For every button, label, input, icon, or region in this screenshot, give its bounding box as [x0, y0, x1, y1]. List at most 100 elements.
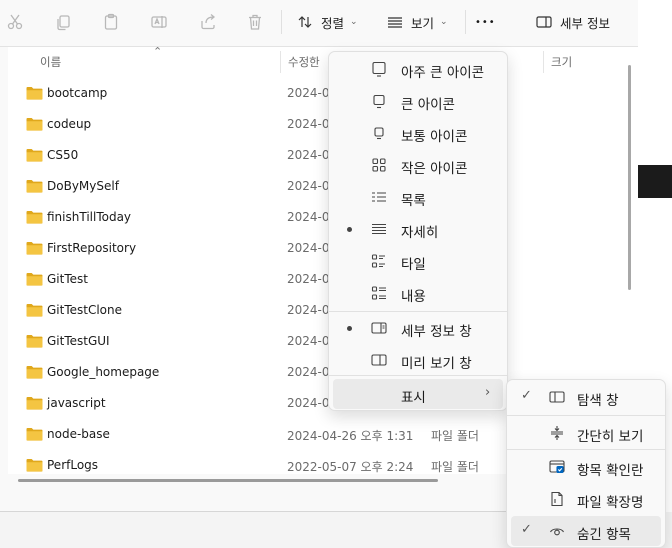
chevron-right-icon: ›: [485, 385, 491, 400]
view-option-label: 보통 아이콘: [401, 129, 468, 145]
copy-icon[interactable]: [51, 10, 75, 34]
view-option-0[interactable]: 아주 큰 아이콘: [333, 54, 503, 84]
tiles-icon: [371, 253, 387, 269]
file-name: javascript: [47, 396, 106, 410]
pane-option-label: 미리 보기 창: [401, 356, 472, 372]
view-option-6[interactable]: 타일: [333, 246, 503, 276]
view-option-1[interactable]: 큰 아이콘: [333, 86, 503, 116]
column-header-modified[interactable]: 수정한: [288, 54, 320, 70]
sort-icon: [298, 16, 312, 28]
sort-ascending-icon: ⌃: [153, 45, 163, 58]
file-date: 2024-04-26 오후 1:31: [287, 429, 414, 443]
column-header-size[interactable]: 크기: [551, 54, 572, 70]
view-icon: [388, 17, 402, 28]
background-window-edge: [638, 165, 672, 198]
show-option-label: 파일 확장명: [577, 495, 644, 511]
details-pane-button[interactable]: 세부 정보: [536, 9, 610, 35]
show-option-2[interactable]: 항목 확인란: [511, 452, 661, 482]
view-option-label: 아주 큰 아이콘: [401, 65, 485, 81]
folder-icon: [26, 240, 43, 255]
file-row[interactable]: GitTestClone 2024-04: [8, 295, 608, 326]
toolbar-separator: [465, 10, 466, 34]
file-name: PerfLogs: [47, 458, 99, 472]
large-icons-icon: [371, 93, 387, 109]
file-name: bootcamp: [47, 86, 108, 100]
folder-icon: [26, 85, 43, 100]
show-option-3[interactable]: 파일 확장명: [511, 484, 661, 514]
rename-icon[interactable]: [147, 10, 171, 34]
cut-icon[interactable]: [3, 10, 27, 34]
menu-separator: [329, 375, 507, 376]
selected-bullet-icon: [347, 227, 352, 232]
toolbar-separator: [281, 10, 282, 34]
file-name: GitTest: [47, 272, 88, 286]
preview-pane-icon: [371, 352, 387, 368]
file-row[interactable]: codeup 2024-04: [8, 109, 608, 140]
navigation-pane-icon: [549, 389, 565, 405]
file-name: GitTestGUI: [47, 334, 110, 348]
show-option-1[interactable]: 간단히 보기: [511, 418, 661, 448]
view-option-3[interactable]: 작은 아이콘: [333, 150, 503, 180]
details-icon: [371, 221, 387, 237]
checkmark-icon: ✓: [521, 522, 532, 537]
file-row[interactable]: finishTillToday 2024-04: [8, 202, 608, 233]
show-menu-item[interactable]: 표시 ›: [333, 379, 503, 409]
extra-large-icons-icon: [371, 61, 387, 77]
file-row[interactable]: GitTestGUI 2024-04: [8, 326, 608, 357]
file-name: codeup: [47, 117, 92, 131]
details-pane-icon: [371, 320, 387, 336]
view-option-label: 타일: [401, 257, 426, 273]
view-option-2[interactable]: 보통 아이콘: [333, 118, 503, 148]
share-icon[interactable]: [196, 10, 220, 34]
view-option-4[interactable]: 목록: [333, 182, 503, 212]
vertical-scrollbar[interactable]: [628, 65, 631, 290]
view-option-label: 큰 아이콘: [401, 97, 455, 113]
pane-option-1[interactable]: 미리 보기 창: [333, 345, 503, 375]
hidden-items-icon: [549, 523, 565, 539]
show-label: 표시: [401, 390, 426, 406]
small-icons-icon: [371, 157, 387, 173]
horizontal-scrollbar[interactable]: [18, 479, 438, 482]
folder-icon: [26, 271, 43, 286]
file-row[interactable]: bootcamp 2024-04: [8, 78, 608, 109]
sort-button[interactable]: 정렬 ⌄: [297, 9, 358, 35]
show-option-label: 숨긴 항목: [577, 527, 631, 543]
column-divider[interactable]: [280, 51, 281, 73]
folder-icon: [26, 147, 43, 162]
folder-icon: [26, 364, 43, 379]
pane-option-0[interactable]: 세부 정보 창: [333, 313, 503, 343]
menu-separator: [329, 311, 507, 312]
view-option-5[interactable]: 자세히: [333, 214, 503, 244]
checkmark-icon: ✓: [521, 388, 532, 403]
show-submenu: ✓ 탐색 창간단히 보기항목 확인란파일 확장명 ✓ 숨긴 항목: [506, 379, 666, 548]
list-icon: [371, 189, 387, 205]
view-button[interactable]: 보기 ⌄: [387, 9, 448, 35]
more-icon: •••: [475, 16, 496, 28]
view-label: 보기: [411, 15, 435, 31]
file-row[interactable]: FirstRepository 2024-04: [8, 233, 608, 264]
show-option-0[interactable]: ✓ 탐색 창: [511, 382, 661, 412]
more-options-button[interactable]: •••: [475, 9, 496, 35]
show-option-label: 간단히 보기: [577, 429, 644, 445]
medium-icons-icon: [371, 125, 387, 141]
show-option-label: 탐색 창: [577, 393, 619, 409]
file-row[interactable]: DoByMySelf 2024-04: [8, 171, 608, 202]
paste-icon[interactable]: [99, 10, 123, 34]
file-row[interactable]: GitTest 2024-04: [8, 264, 608, 295]
menu-separator: [507, 449, 665, 450]
pane-option-label: 세부 정보 창: [401, 324, 472, 340]
column-divider[interactable]: [543, 51, 544, 73]
view-option-label: 자세히: [401, 225, 439, 241]
column-header-name[interactable]: 이름: [40, 54, 61, 70]
file-row[interactable]: CS50 2024-04: [8, 140, 608, 171]
show-option-4[interactable]: ✓ 숨긴 항목: [511, 516, 661, 546]
chevron-down-icon: ⌄: [440, 17, 448, 27]
menu-separator: [507, 415, 665, 416]
folder-icon: [26, 116, 43, 131]
file-name: CS50: [47, 148, 79, 162]
file-name: FirstRepository: [47, 241, 137, 255]
file-name: DoByMySelf: [47, 179, 119, 193]
delete-icon[interactable]: [243, 10, 267, 34]
view-option-7[interactable]: 내용: [333, 278, 503, 308]
view-option-label: 목록: [401, 193, 426, 209]
